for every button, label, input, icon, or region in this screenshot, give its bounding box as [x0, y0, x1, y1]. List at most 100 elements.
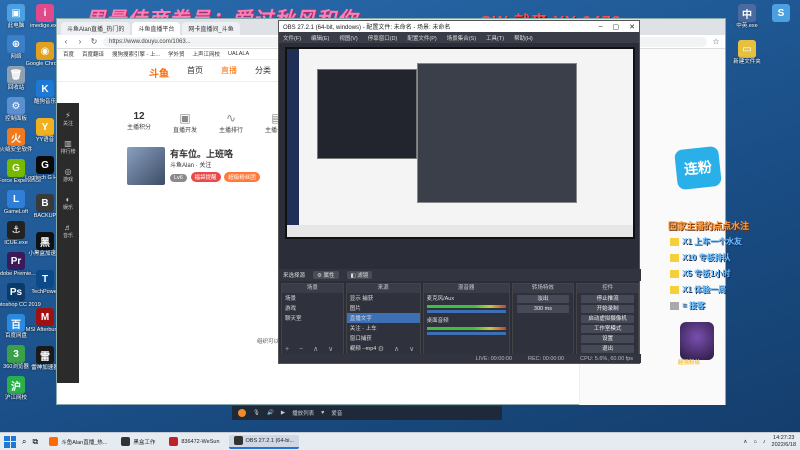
forward-icon[interactable]: ›	[75, 37, 85, 46]
source-item[interactable]: 关注 - 上车	[347, 323, 420, 333]
desktop-icon[interactable]: L GameLoft	[1, 190, 31, 215]
desktop-icon[interactable]: 火火绒安全软件	[0, 128, 33, 153]
obs-menu-item[interactable]: 视图(V)	[339, 34, 357, 42]
stop-stream-button[interactable]: 停止推流	[581, 295, 635, 303]
minimize-icon[interactable]: –	[599, 23, 603, 31]
record-icon[interactable]	[238, 409, 246, 417]
desktop-icon[interactable]: 沪沪江网校	[1, 376, 31, 401]
volume-slider[interactable]	[426, 310, 506, 313]
avatar[interactable]	[127, 147, 165, 185]
desktop-icon[interactable]: 3 360浏览器	[1, 345, 31, 370]
obs-menu-item[interactable]: 配置文件(P)	[407, 34, 436, 42]
desktop-icon[interactable]: ⚙ 控制面板	[1, 97, 31, 122]
obs-menu-item[interactable]: 文件(F)	[283, 34, 301, 42]
virtual-camera-button[interactable]: 启动虚拟摄像机	[581, 315, 635, 323]
nav-category[interactable]: 分类	[255, 65, 271, 76]
nav-home[interactable]: 首页	[187, 65, 203, 76]
desktop-icon[interactable]: 中中英.exe	[732, 4, 762, 29]
obs-menu-item[interactable]: 停靠窗口(D)	[368, 34, 398, 42]
volume-icon[interactable]: 🔊	[267, 410, 274, 416]
desktop-icon[interactable]: 🗑 回收站	[1, 66, 31, 91]
desktop-icon[interactable]: S	[766, 4, 796, 23]
search-icon[interactable]: ⌕	[22, 437, 26, 447]
close-icon[interactable]: ✕	[629, 23, 635, 31]
transition-select[interactable]: 淡出	[516, 295, 570, 303]
desktop-icon[interactable]: ▣ 此电脑	[1, 4, 31, 29]
back-icon[interactable]: ‹	[61, 37, 71, 46]
volume-slider[interactable]	[426, 332, 506, 335]
dock-controls[interactable]: + − ∧ ∨	[285, 345, 337, 353]
taskbar-app[interactable]: 黑盒工作	[116, 435, 160, 449]
fan-club-button[interactable]: 超级粉丝团	[224, 172, 260, 182]
task-view-icon[interactable]: ⧉	[32, 437, 38, 447]
taskbar-app[interactable]: 836472-WeSun	[164, 435, 224, 449]
maximize-icon[interactable]: ▢	[613, 23, 620, 31]
browser-tab-active[interactable]: 斗鱼直播平台	[132, 22, 181, 35]
source-item-selected[interactable]: 直播文字	[346, 313, 420, 323]
stat-live[interactable]: ▣ 直播开发	[173, 111, 197, 134]
bookmark-item[interactable]: 上声江网校	[193, 50, 221, 58]
mixer-channel-label: 桌面音频	[426, 318, 449, 324]
source-item[interactable]: 窗口捕获	[347, 333, 420, 343]
heart-icon[interactable]: ♥	[321, 410, 324, 416]
scene-item[interactable]: 聊天室	[282, 313, 343, 323]
bookmark-item[interactable]: 搜狗搜索引擎 - 上...	[112, 50, 160, 58]
source-item[interactable]: 图片	[347, 303, 420, 313]
site-side-item[interactable]: ▥ 排行榜	[60, 139, 75, 155]
exit-button[interactable]: 退出	[581, 345, 635, 353]
obs-menu-item[interactable]: 工具(T)	[486, 34, 504, 42]
dock-controls[interactable]: + − ⚙ ∧ ∨	[350, 345, 418, 353]
side-icon: ◎	[64, 167, 72, 176]
desktop-icon[interactable]: ▭ 新建文件夹	[732, 40, 762, 65]
site-side-item[interactable]: ⚡ 关注	[63, 111, 73, 127]
start-recording-button[interactable]: 开始录制	[581, 305, 635, 313]
source-item[interactable]: 显示 捕获	[347, 293, 420, 303]
filters-button[interactable]: ◧ 滤镜	[346, 271, 373, 279]
play-icon[interactable]: ▶	[281, 410, 285, 416]
scene-item[interactable]: 场景	[282, 293, 343, 303]
bookmark-item[interactable]: 百度翻译	[82, 50, 104, 58]
chevron-up-icon[interactable]: ∧	[743, 439, 747, 445]
windows-start-icon[interactable]	[4, 435, 16, 448]
playlist-label[interactable]: 播放列表	[292, 409, 314, 417]
desktop-icon[interactable]: ⚓ ICUE.exe	[1, 221, 31, 246]
side-label: 娱乐	[62, 205, 73, 211]
desktop-icon[interactable]: ⊕ 网络	[1, 35, 31, 60]
obs-window[interactable]: OBS 27.2.1 (64-bit, windows) - 配置文件: 未命名…	[278, 20, 641, 364]
bookmark-item[interactable]: 学外贸	[168, 50, 185, 58]
taskbar-app[interactable]: OBS 27.2.1 (64-bi...	[228, 434, 300, 449]
browser-tab[interactable]: 网卡直播间_斗鱼	[182, 22, 240, 35]
clock[interactable]: 14:27:23 2022/6/18	[772, 435, 796, 447]
site-side-item[interactable]: ◐ 娱乐	[63, 195, 73, 211]
browser-tab[interactable]: 斗鱼Alan直播_热门的	[61, 22, 131, 35]
bookmark-item[interactable]: UALALA	[228, 51, 249, 57]
side-label: 游戏	[62, 177, 73, 183]
scene-item[interactable]: 游戏	[282, 303, 343, 313]
taskbar-app[interactable]: 斗鱼Alan直播_热...	[44, 435, 112, 449]
site-side-item[interactable]: ♬ 音乐	[63, 223, 73, 239]
site-side-item[interactable]: ◎ 游戏	[63, 167, 73, 183]
speaker-icon[interactable]: ♪	[763, 439, 766, 445]
stat-rank[interactable]: ∿ 主播排行	[219, 111, 243, 134]
stat-points[interactable]: 12 主播积分	[127, 111, 151, 134]
desktop-icon[interactable]: Pr Adobe Premie...	[0, 252, 36, 277]
taskbar-app-label: OBS 27.2.1 (64-bi...	[245, 437, 295, 444]
properties-button[interactable]: ⚙ 属性	[313, 271, 339, 279]
studio-mode-button[interactable]: 工作室模式	[581, 325, 635, 333]
star-icon[interactable]: ☆	[711, 37, 721, 46]
site-logo[interactable]: 斗鱼	[149, 65, 169, 80]
obs-menu-item[interactable]: 场景集合(S)	[447, 34, 476, 42]
reload-icon[interactable]: ↻	[89, 37, 99, 46]
source-toolbar: 来选择源 ⚙ 属性 ◧ 滤镜	[279, 269, 641, 281]
mic-icon[interactable]: 🎙	[253, 410, 260, 416]
nav-live[interactable]: 直播	[221, 65, 237, 76]
obs-menu-item[interactable]: 帮助(H)	[514, 34, 533, 42]
duration-input[interactable]: 300 ms	[516, 305, 570, 313]
obs-menu-item[interactable]: 编辑(E)	[311, 34, 329, 42]
lucky-bag-button[interactable]: 福袋提醒	[190, 172, 221, 182]
desktop-icon[interactable]: PsPhotoshop CC 2019	[0, 283, 41, 308]
obs-preview[interactable]	[285, 47, 635, 239]
bookmark-item[interactable]: 百度	[63, 50, 74, 58]
settings-button[interactable]: 设置	[581, 335, 635, 343]
network-icon[interactable]: ⌂	[753, 439, 756, 445]
